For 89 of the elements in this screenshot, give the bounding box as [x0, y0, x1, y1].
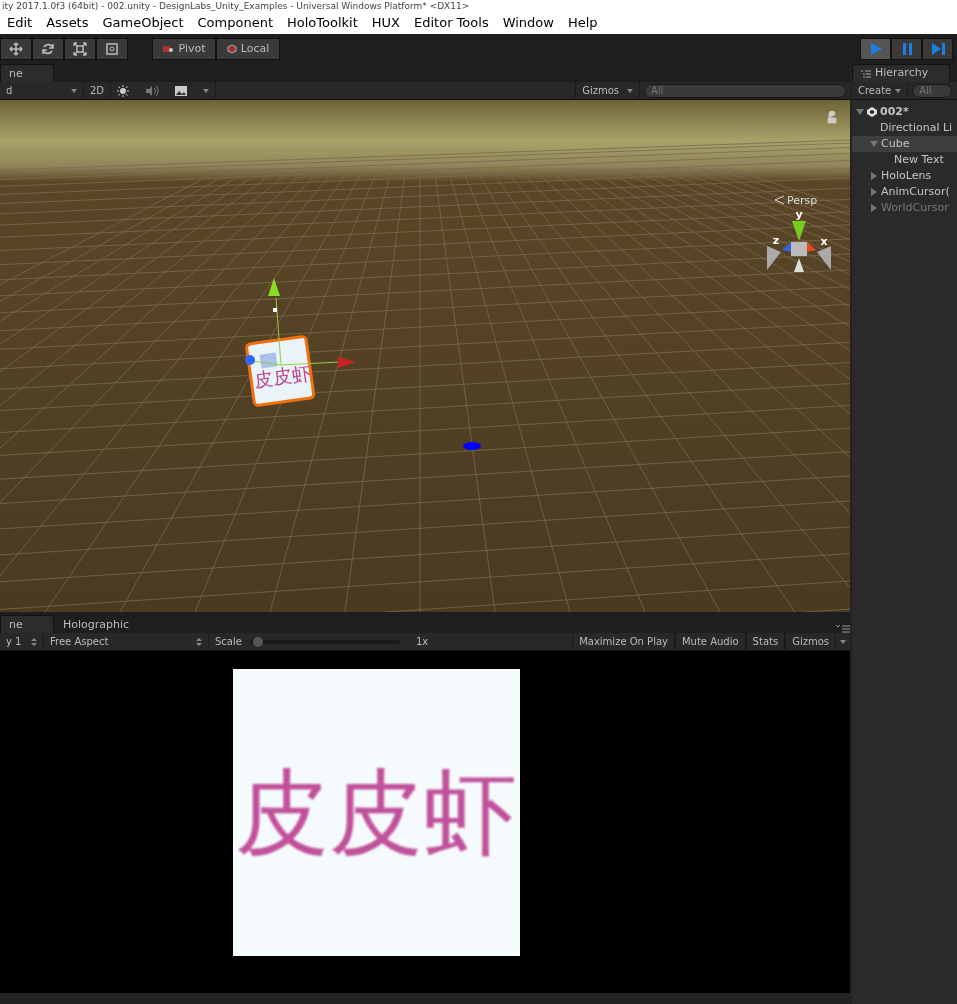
item-label: WorldCursor	[881, 200, 949, 216]
tab[interactable]: ne	[0, 64, 54, 82]
menu-item[interactable]: GameObject	[95, 13, 191, 33]
menu-item[interactable]: Component	[190, 13, 281, 33]
menu-item[interactable]: Editor Tools	[407, 13, 496, 33]
create-dropdown[interactable]: Create	[852, 81, 909, 100]
axis-gizmo-drawing	[767, 221, 831, 272]
item-label: HoloLens	[881, 168, 932, 184]
list-icon	[861, 69, 871, 78]
caret-icon	[895, 88, 902, 93]
expanded-arrow-icon	[856, 108, 864, 116]
shading-dropdown[interactable]: d	[0, 81, 84, 100]
tab[interactable]: Holographic	[54, 615, 139, 633]
menu-item[interactable]: Help	[560, 13, 605, 33]
tree-item[interactable]: New Text	[852, 152, 957, 168]
play-button[interactable]	[860, 38, 891, 60]
aspect-dropdown[interactable]: Free Aspect	[44, 632, 209, 651]
pause-button[interactable]	[891, 38, 922, 60]
toolbar-button[interactable]: Mute Audio	[674, 632, 746, 651]
slider-thumb[interactable]	[252, 636, 263, 647]
menu-icon	[836, 625, 850, 633]
tree-item[interactable]: Directional Li	[852, 120, 957, 136]
move-tool-icon	[9, 42, 23, 56]
tool-button[interactable]	[32, 38, 64, 60]
axis-label: y	[795, 208, 803, 221]
shading-label: d	[6, 84, 13, 98]
tab-label: Hierarchy	[875, 65, 929, 82]
item-label: AnimCursor(	[881, 184, 950, 200]
item-label: Cube	[881, 136, 910, 152]
quad-label: 皮皮虾	[234, 765, 517, 860]
local-button[interactable]: Local	[216, 38, 280, 60]
tool-button[interactable]	[0, 38, 32, 60]
tool-button[interactable]	[64, 38, 96, 60]
speaker-icon	[145, 84, 160, 97]
search-field[interactable]: All	[644, 83, 846, 98]
rect-tool-icon	[105, 42, 119, 56]
pivot-icon	[162, 44, 175, 54]
item-label: New Text	[894, 152, 944, 168]
toolbar-button[interactable]: Maximize On Play	[572, 632, 675, 651]
display-label: y 1	[6, 635, 22, 649]
spinner-icon	[31, 637, 37, 646]
rotate-tool-icon	[41, 42, 55, 56]
cube-icon	[226, 44, 237, 54]
window-title: ity 2017.1.0f3 (64bit) - 002.unity - DesignLabs_Unity_Examples - Universal Windows Platform* <DX11>	[0, 0, 957, 12]
gizmos-label: Gizmos	[582, 84, 619, 98]
scale-reading: 1x	[415, 635, 429, 649]
cube-label: 皮皮虾	[252, 361, 312, 391]
tree-item[interactable]: Cube	[852, 136, 957, 152]
step-icon	[929, 41, 946, 57]
caret-icon	[840, 639, 846, 644]
image-icon	[175, 85, 188, 96]
perspective-icon	[774, 195, 785, 205]
tree-item[interactable]: AnimCursor(	[852, 184, 957, 200]
caret-icon	[203, 88, 210, 93]
search-field[interactable]: All	[912, 83, 953, 98]
tab[interactable]: ne	[0, 615, 54, 633]
toolbar-button[interactable]: Gizmos	[785, 632, 836, 651]
lock-icon	[827, 110, 837, 124]
axis-label: z	[772, 234, 780, 247]
create-label: Create	[858, 84, 892, 98]
scale-tool-icon	[73, 42, 87, 56]
tab[interactable]: Hierarchy	[852, 64, 950, 82]
spinner-icon	[196, 637, 202, 646]
item-label: Directional Li	[880, 120, 953, 136]
sun-icon	[117, 84, 130, 97]
pivot-button[interactable]: Pivot	[152, 38, 216, 60]
axis-label: x	[820, 235, 828, 248]
menu-item[interactable]: Assets	[39, 13, 96, 33]
menu-item[interactable]: HUX	[364, 13, 408, 33]
step-button[interactable]	[922, 38, 953, 60]
expanded-arrow-icon	[870, 140, 878, 148]
menu-item[interactable]: Edit	[0, 13, 40, 33]
display-dropdown[interactable]: y 1	[0, 632, 44, 651]
toolbar-button[interactable]: Stats	[745, 632, 786, 651]
light-marker-icon	[463, 442, 481, 450]
menu-item[interactable]: Window	[495, 13, 561, 33]
menu-item[interactable]: HoloToolkit	[280, 13, 365, 33]
item-label: 002*	[880, 104, 909, 120]
tool-button[interactable]	[96, 38, 128, 60]
caret-icon	[627, 88, 633, 93]
aspect-label: Free Aspect	[50, 635, 109, 649]
caret-icon	[71, 88, 77, 93]
gizmos-dropdown[interactable]: Gizmos	[575, 81, 640, 100]
tree-item[interactable]: 002*	[852, 104, 957, 120]
tree-item[interactable]: HoloLens	[852, 168, 957, 184]
scale-label: Scale	[215, 635, 242, 649]
2d-toggle[interactable]: 2D	[84, 81, 112, 100]
projection-label: Persp	[787, 194, 818, 207]
unity-logo-icon	[867, 107, 877, 117]
